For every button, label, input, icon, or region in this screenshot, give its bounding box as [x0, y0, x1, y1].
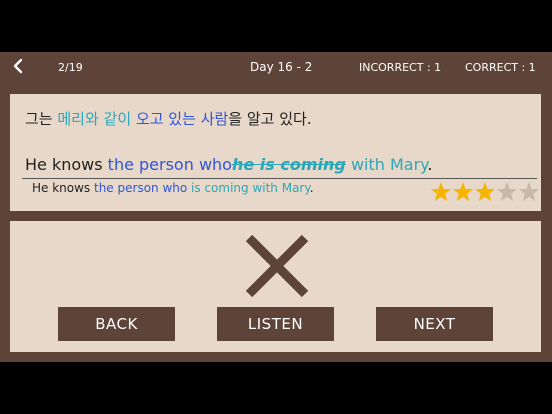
controls-panel: BACK LISTEN NEXT — [10, 221, 541, 352]
incorrect-count: INCORRECT : 1 — [359, 61, 442, 74]
day-title: Day 16 - 2 — [250, 60, 313, 74]
answer-suffix: . — [427, 155, 433, 174]
star-empty-icon — [497, 182, 517, 201]
korean-highlight-teal: 메리와 같이 — [57, 110, 132, 128]
top-bar: 2/19 Day 16 - 2 INCORRECT : 1 CORRECT : … — [0, 52, 552, 84]
x-mark-icon — [245, 234, 309, 298]
divider — [22, 178, 537, 179]
korean-prefix: 그는 — [25, 110, 58, 128]
app-window: 2/19 Day 16 - 2 INCORRECT : 1 CORRECT : … — [0, 52, 552, 362]
listen-button[interactable]: LISTEN — [217, 307, 334, 341]
question-panel: 그는 메리와 같이 오고 있는 사람을 알고 있다. He knows the … — [10, 94, 541, 211]
correct-blue: the person who — [94, 181, 188, 195]
answer-prefix: He knows — [25, 155, 108, 174]
korean-suffix: 을 알고 있다. — [228, 110, 312, 128]
correct-suffix: . — [309, 181, 314, 195]
next-button[interactable]: NEXT — [376, 307, 493, 341]
star-filled-icon — [475, 182, 495, 201]
korean-sentence: 그는 메리와 같이 오고 있는 사람을 알고 있다. — [25, 108, 312, 129]
answer-wrong-words: he is coming — [231, 155, 346, 174]
korean-highlight-blue: 오고 있는 — [135, 110, 196, 128]
correct-answer: He knows the person who is coming with M… — [32, 181, 314, 195]
answer-blue: the person who — [107, 155, 232, 174]
correct-prefix: He knows — [32, 181, 94, 195]
korean-highlight-blue-2: 사람 — [200, 110, 229, 128]
chevron-left-icon[interactable] — [10, 57, 26, 75]
star-rating-svg — [431, 182, 539, 201]
star-rating — [430, 181, 540, 203]
back-button[interactable]: BACK — [58, 307, 175, 341]
correct-teal: is coming with Mary — [191, 181, 310, 195]
question-counter: 2/19 — [58, 61, 83, 74]
star-filled-icon — [453, 182, 473, 201]
correct-count: CORRECT : 1 — [465, 61, 536, 74]
answer-teal: with Mary — [350, 155, 428, 174]
user-answer: He knows the person whohe is coming with… — [25, 155, 432, 174]
star-filled-icon — [431, 182, 451, 201]
star-empty-icon — [519, 182, 539, 201]
